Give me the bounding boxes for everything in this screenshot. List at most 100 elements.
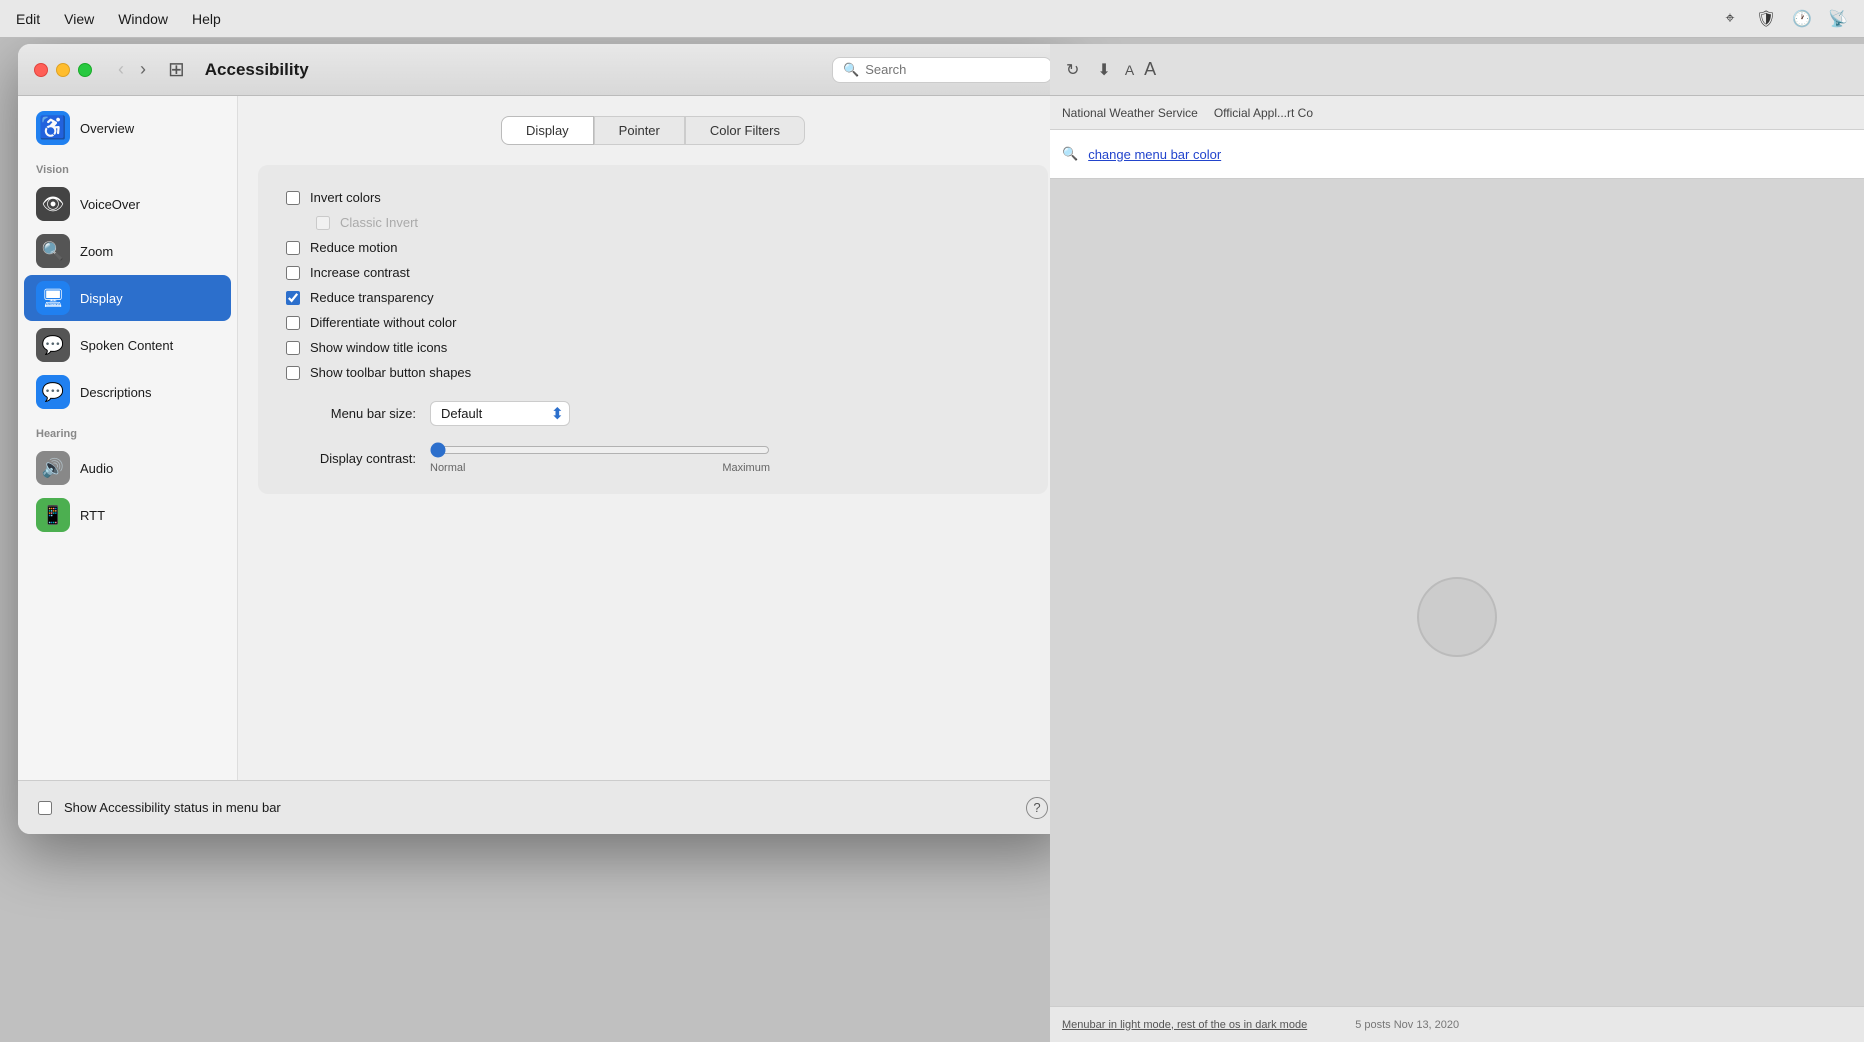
sidebar-item-spoken-content[interactable]: 💬 Spoken Content <box>24 322 231 368</box>
sidebar-label-display: Display <box>80 291 123 306</box>
minimize-button[interactable] <box>56 63 70 77</box>
title-bar: ‹ › ⊞ Accessibility 🔍 <box>18 44 1068 96</box>
sidebar-item-display[interactable]: 🖥 Display <box>24 275 231 321</box>
increase-contrast-checkbox[interactable] <box>286 266 300 280</box>
display-contrast-row: Display contrast: Normal Maximum <box>286 442 1020 474</box>
browser-download-button[interactable]: ⬇ <box>1093 56 1114 84</box>
display-contrast-slider[interactable] <box>430 442 770 458</box>
invert-colors-label: Invert colors <box>310 190 381 205</box>
reduce-transparency-row: Reduce transparency <box>286 285 1020 310</box>
menu-bar-size-row: Menu bar size: Default Large ⬍ <box>286 401 1020 426</box>
accessibility-status-label: Show Accessibility status in menu bar <box>64 800 281 815</box>
help-button[interactable]: ? <box>1026 797 1048 819</box>
menu-help[interactable]: Help <box>192 11 221 27</box>
sidebar-label-audio: Audio <box>80 461 113 476</box>
menubar: Edit View Window Help ⌖ 🛡 🕐 📡 <box>0 0 1864 38</box>
bottom-bar: Show Accessibility status in menu bar ? <box>18 780 1068 834</box>
tab-display[interactable]: Display <box>501 116 594 145</box>
display-contrast-label: Display contrast: <box>286 451 416 466</box>
forward-button[interactable]: › <box>134 57 152 82</box>
tab-color-filters[interactable]: Color Filters <box>685 116 805 145</box>
reduce-motion-label: Reduce motion <box>310 240 397 255</box>
browser-refresh-button[interactable]: ↻ <box>1062 56 1083 84</box>
window-icons-checkbox[interactable] <box>286 341 300 355</box>
sidebar-item-audio[interactable]: 🔊 Audio <box>24 445 231 491</box>
traffic-lights <box>34 63 92 77</box>
window-icons-row: Show window title icons <box>286 335 1020 360</box>
back-button[interactable]: ‹ <box>112 57 130 82</box>
search-bar[interactable]: 🔍 <box>832 57 1052 83</box>
menu-bar-size-select[interactable]: Default Large <box>430 401 570 426</box>
display-icon: 🖥 <box>36 281 70 315</box>
menu-bar-size-select-wrapper: Default Large ⬍ <box>430 401 570 426</box>
main-content: Display Pointer Color Filters Invert col… <box>238 96 1068 780</box>
browser-toolbar: ↻ ⬇ A A <box>1050 44 1864 96</box>
window-title: Accessibility <box>205 60 309 80</box>
invert-colors-checkbox[interactable] <box>286 191 300 205</box>
sidebar-label-voiceover: VoiceOver <box>80 197 140 212</box>
search-icon: 🔍 <box>843 62 859 78</box>
display-contrast-slider-container: Normal Maximum <box>430 442 770 474</box>
sidebar-item-overview[interactable]: ♿ Overview <box>24 105 231 151</box>
differentiate-row: Differentiate without color <box>286 310 1020 335</box>
rtt-icon: 📱 <box>36 498 70 532</box>
sidebar-label-rtt: RTT <box>80 508 105 523</box>
accessibility-status-checkbox[interactable] <box>38 801 52 815</box>
search-input[interactable] <box>865 62 1041 77</box>
close-button[interactable] <box>34 63 48 77</box>
sidebar-item-descriptions[interactable]: 💬 Descriptions <box>24 369 231 415</box>
audio-icon: 🔊 <box>36 451 70 485</box>
desktop: ‹ › ⊞ Accessibility 🔍 ♿ Overview Vision … <box>0 38 1864 1042</box>
slider-min-label: Normal <box>430 462 465 474</box>
differentiate-checkbox[interactable] <box>286 316 300 330</box>
malware-icon[interactable]: 🛡 <box>1756 9 1776 29</box>
nav-arrows: ‹ › <box>112 57 152 82</box>
reduce-motion-row: Reduce motion <box>286 235 1020 260</box>
spoken-content-icon: 💬 <box>36 328 70 362</box>
window-icons-label: Show window title icons <box>310 340 447 355</box>
classic-invert-checkbox[interactable] <box>316 216 330 230</box>
classic-invert-row: Classic Invert <box>286 210 1020 235</box>
browser-font-large[interactable]: A <box>1144 59 1156 80</box>
differentiate-label: Differentiate without color <box>310 315 456 330</box>
grid-button[interactable]: ⊞ <box>168 57 185 82</box>
toolbar-shapes-checkbox[interactable] <box>286 366 300 380</box>
increase-contrast-row: Increase contrast <box>286 260 1020 285</box>
toolbar-shapes-label: Show toolbar button shapes <box>310 365 471 380</box>
menu-edit[interactable]: Edit <box>16 11 40 27</box>
menu-view[interactable]: View <box>64 11 94 27</box>
tab-bar: Display Pointer Color Filters <box>258 116 1048 145</box>
reduce-transparency-checkbox[interactable] <box>286 291 300 305</box>
vision-section-header: Vision <box>18 152 237 180</box>
slider-labels: Normal Maximum <box>430 462 770 474</box>
browser-bottom: Menubar in light mode, rest of the os in… <box>1050 1006 1864 1042</box>
browser-font-small[interactable]: A <box>1125 62 1134 78</box>
bookmark-apple[interactable]: Official Appl...rt Co <box>1214 106 1313 120</box>
reduce-motion-checkbox[interactable] <box>286 241 300 255</box>
sidebar-item-zoom[interactable]: 🔍 Zoom <box>24 228 231 274</box>
descriptions-icon: 💬 <box>36 375 70 409</box>
browser-content: 🔍 change menu bar color <box>1050 130 1864 1006</box>
browser-search-text[interactable]: change menu bar color <box>1088 147 1221 162</box>
browser-bottom-link[interactable]: Menubar in light mode, rest of the os in… <box>1062 1019 1307 1031</box>
tab-pointer[interactable]: Pointer <box>594 116 685 145</box>
radar-icon[interactable]: ⌖ <box>1720 9 1740 29</box>
time-machine-icon[interactable]: 🕐 <box>1792 9 1812 29</box>
increase-contrast-label: Increase contrast <box>310 265 410 280</box>
sidebar-item-rtt[interactable]: 📱 RTT <box>24 492 231 538</box>
sidebar-label-overview: Overview <box>80 121 134 136</box>
sidebar-item-voiceover[interactable]: 👁 VoiceOver <box>24 181 231 227</box>
settings-panel: Invert colors Classic Invert Reduce moti… <box>258 165 1048 494</box>
invert-colors-row: Invert colors <box>286 185 1020 210</box>
window-body: ♿ Overview Vision 👁 VoiceOver 🔍 Zoom 🖥 D… <box>18 96 1068 780</box>
menu-window[interactable]: Window <box>118 11 168 27</box>
sidebar-label-zoom: Zoom <box>80 244 113 259</box>
airplay-icon[interactable]: 📡 <box>1828 9 1848 29</box>
bookmark-nws[interactable]: National Weather Service <box>1062 106 1198 120</box>
browser-bookmarks: National Weather Service Official Appl..… <box>1050 96 1864 130</box>
maximize-button[interactable] <box>78 63 92 77</box>
sidebar-label-spoken-content: Spoken Content <box>80 338 173 353</box>
zoom-icon: 🔍 <box>36 234 70 268</box>
classic-invert-label: Classic Invert <box>340 215 418 230</box>
toolbar-shapes-row: Show toolbar button shapes <box>286 360 1020 385</box>
